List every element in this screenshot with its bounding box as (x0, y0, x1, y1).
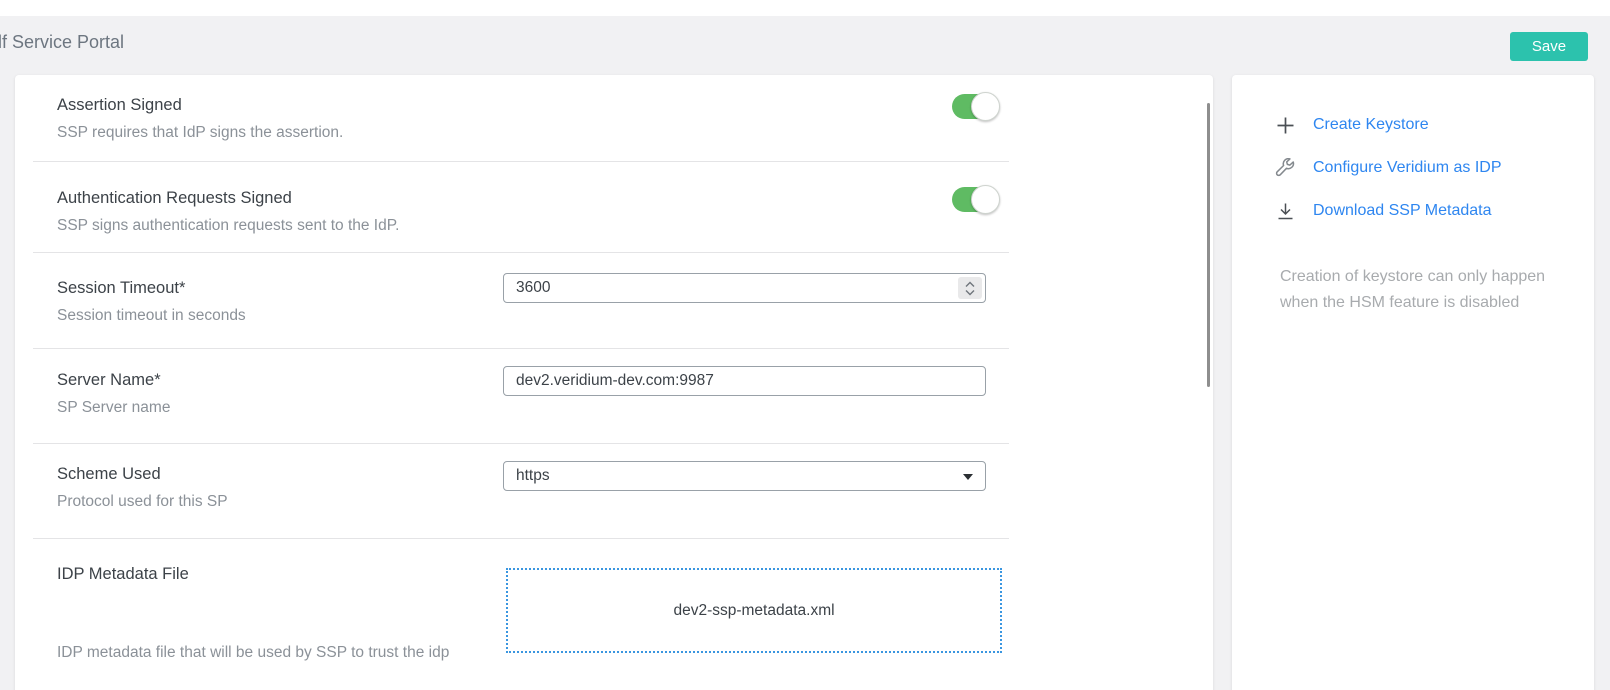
session-timeout-label: Session Timeout* (57, 279, 185, 298)
vertical-scrollbar[interactable] (1207, 103, 1210, 387)
scheme-used-description: Protocol used for this SP (57, 493, 228, 511)
page-header: lf Service Portal Save (0, 16, 1610, 75)
toggle-knob (971, 92, 1000, 121)
assertion-signed-label: Assertion Signed (57, 96, 182, 115)
actions-card: Create Keystore Configure Veridium as ID… (1232, 75, 1594, 690)
assertion-signed-description: SSP requires that IdP signs the assertio… (57, 124, 343, 142)
page-title: lf Service Portal (0, 32, 124, 53)
download-ssp-metadata-label: Download SSP Metadata (1313, 202, 1491, 220)
session-timeout-description: Session timeout in seconds (57, 307, 246, 325)
session-timeout-field-wrap (503, 273, 986, 303)
row-divider (33, 161, 1009, 162)
save-button[interactable]: Save (1510, 32, 1588, 61)
row-divider (33, 443, 1009, 444)
auth-requests-signed-toggle[interactable] (952, 187, 998, 212)
session-timeout-input[interactable] (503, 273, 986, 303)
plus-icon (1275, 115, 1295, 135)
download-ssp-metadata-link[interactable]: Download SSP Metadata (1275, 201, 1491, 221)
server-name-input[interactable] (503, 366, 986, 396)
scheme-used-select[interactable]: https (503, 461, 986, 491)
self-service-portal-page: lf Service Portal Save Assertion Signed … (0, 16, 1610, 690)
number-stepper[interactable] (958, 277, 982, 299)
configure-veridium-idp-label: Configure Veridium as IDP (1313, 159, 1502, 177)
chevron-down-icon (965, 289, 975, 296)
idp-metadata-file-label: IDP Metadata File (57, 565, 189, 584)
scheme-used-value: https (516, 467, 550, 484)
dropdown-caret-icon (963, 474, 973, 480)
idp-metadata-filename: dev2-ssp-metadata.xml (673, 602, 834, 620)
auth-requests-signed-description: SSP signs authentication requests sent t… (57, 217, 399, 235)
create-keystore-link[interactable]: Create Keystore (1275, 115, 1429, 135)
server-name-label: Server Name* (57, 371, 161, 390)
create-keystore-label: Create Keystore (1313, 116, 1429, 134)
idp-metadata-file-description: IDP metadata file that will be used by S… (57, 644, 449, 662)
configure-veridium-idp-link[interactable]: Configure Veridium as IDP (1275, 158, 1502, 178)
download-icon (1275, 201, 1295, 221)
server-name-description: SP Server name (57, 399, 170, 417)
auth-requests-signed-label: Authentication Requests Signed (57, 189, 292, 208)
settings-card: Assertion Signed SSP requires that IdP s… (15, 75, 1213, 690)
keystore-hsm-note: Creation of keystore can only happen whe… (1280, 264, 1548, 316)
wrench-icon (1275, 158, 1295, 178)
row-divider (33, 348, 1009, 349)
row-divider (33, 538, 1009, 539)
assertion-signed-toggle[interactable] (952, 94, 998, 119)
chevron-up-icon (965, 281, 975, 288)
row-divider (33, 252, 1009, 253)
idp-metadata-dropzone[interactable]: dev2-ssp-metadata.xml (506, 568, 1002, 653)
top-white-strip (0, 0, 1610, 16)
toggle-knob (971, 185, 1000, 214)
scheme-used-label: Scheme Used (57, 465, 161, 484)
